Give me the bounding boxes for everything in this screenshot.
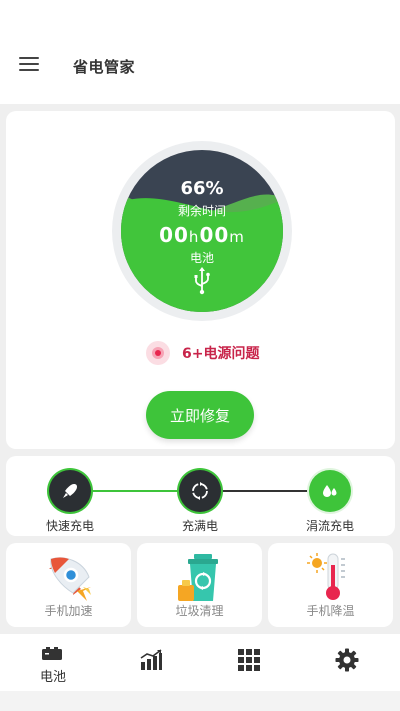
charge-stages-card: 快速充电 充满电 涓流充电 — [6, 456, 395, 536]
nav-item-stats[interactable] — [101, 634, 201, 691]
remaining-time-label: 剩余时间 — [177, 204, 226, 218]
battery-status-card: 66% 剩余时间 00h00m 电池 6+电源问题 立即修复 — [6, 111, 395, 449]
stage-label: 充满电 — [181, 519, 218, 533]
tool-label: 垃圾清理 — [175, 604, 224, 618]
rocket-icon — [49, 557, 91, 601]
battery-status-label: 电池 — [189, 251, 214, 265]
bottom-nav: 电池 — [0, 634, 400, 691]
tool-label: 手机降温 — [306, 604, 355, 618]
alert-dot-icon — [146, 341, 170, 365]
power-issues-text: 6+电源问题 — [182, 346, 260, 362]
stage-label: 快速充电 — [45, 519, 94, 533]
thermometer-icon — [307, 553, 345, 600]
bottom-strip — [0, 691, 400, 711]
trash-bin-icon — [178, 554, 218, 601]
gear-icon — [335, 648, 359, 672]
bar-chart-icon — [140, 649, 162, 670]
nav-item-settings[interactable] — [297, 634, 397, 691]
usb-icon — [194, 267, 210, 295]
tool-phone-cool[interactable]: 手机降温 — [268, 543, 393, 627]
tool-phone-boost[interactable]: 手机加速 — [6, 543, 131, 627]
stage-fast-charge[interactable]: 快速充电 — [30, 470, 110, 534]
app-header: 省电管家 — [0, 0, 400, 104]
power-issues-row[interactable]: 6+电源问题 — [146, 341, 259, 365]
fix-now-button[interactable]: 立即修复 — [146, 391, 254, 439]
tool-junk-clean[interactable]: 垃圾清理 — [137, 543, 262, 627]
remaining-time-value: 00h00m — [159, 223, 245, 247]
app-title: 省电管家 — [73, 58, 136, 76]
battery-gauge: 66% 剩余时间 00h00m 电池 — [121, 150, 283, 312]
stage-label: 涓流充电 — [305, 519, 354, 533]
nav-label: 电池 — [39, 670, 66, 685]
grid-icon — [238, 649, 260, 671]
battery-percent: 66% — [180, 178, 224, 199]
stage-full-charge[interactable]: 充满电 — [160, 470, 240, 534]
droplets-icon — [309, 470, 351, 512]
battery-icon — [42, 647, 62, 660]
hamburger-menu-icon[interactable] — [19, 57, 39, 73]
rocket-icon — [49, 470, 91, 512]
nav-item-battery[interactable]: 电池 — [3, 634, 103, 691]
cycle-icon — [179, 470, 221, 512]
tool-label: 手机加速 — [44, 604, 93, 618]
stage-trickle-charge[interactable]: 涓流充电 — [290, 470, 370, 534]
nav-item-apps[interactable] — [199, 634, 299, 691]
